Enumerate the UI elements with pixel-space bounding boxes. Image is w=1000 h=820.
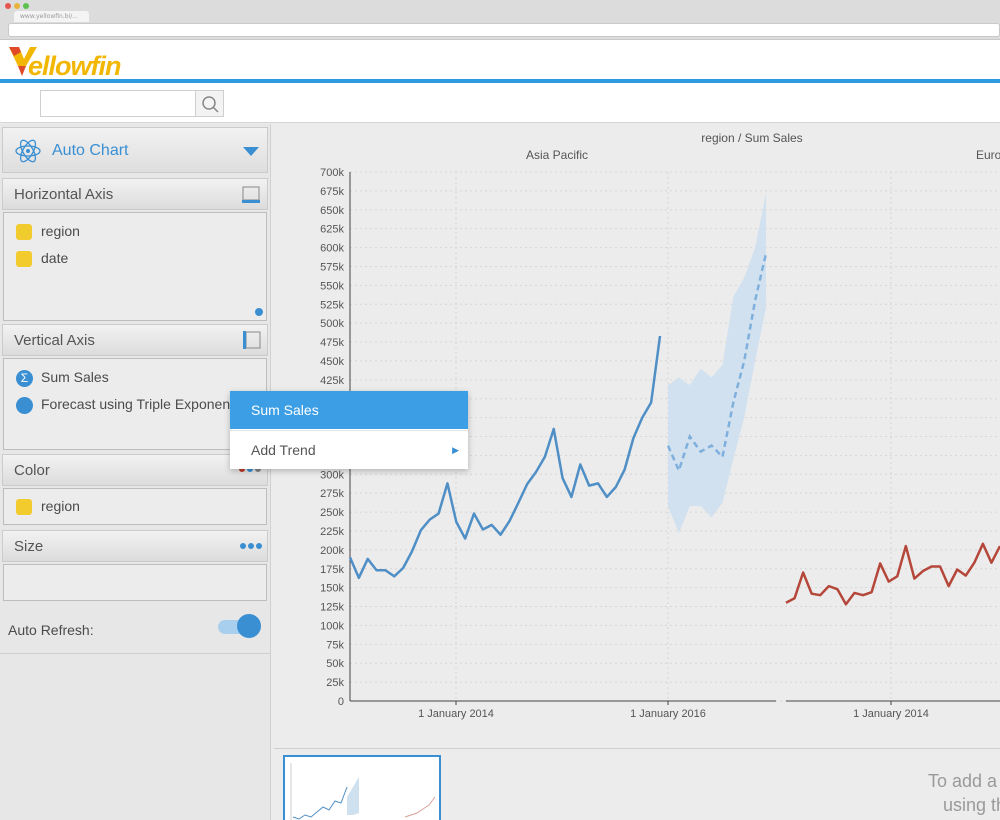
y-tick-label: 0 xyxy=(338,696,344,708)
logo-text-ellow: ellow xyxy=(28,51,92,81)
y-tick-label: 575k xyxy=(320,261,344,273)
chart-thumbnail-strip: To add a using th xyxy=(274,748,1000,820)
context-menu: Sum Sales Add Trend ▶ xyxy=(230,391,468,469)
hint-text-line1: To add a xyxy=(928,771,998,791)
search-icon xyxy=(202,96,219,113)
y-tick-label: 500k xyxy=(320,318,344,330)
atom-icon xyxy=(15,139,41,163)
search-input[interactable] xyxy=(40,90,196,117)
y-tick-label: 650k xyxy=(320,205,344,217)
menu-item-sum-sales[interactable]: Sum Sales xyxy=(230,391,468,429)
color-title: Color xyxy=(14,462,50,479)
horizontal-axis-icon xyxy=(242,186,260,203)
chart-builder-panel: Auto Chart Horizontal Axis region date V… xyxy=(0,124,271,820)
y-tick-label: 250k xyxy=(320,507,344,519)
y-tick-label: 25k xyxy=(326,677,344,689)
browser-chrome: www.yellowfin.bi/... xyxy=(0,0,1000,40)
size-title: Size xyxy=(14,538,44,555)
y-tick-label: 700k xyxy=(320,167,344,179)
x-tick-label: 1 January 2014 xyxy=(418,708,494,720)
horizontal-axis-dropzone[interactable]: region date xyxy=(3,212,267,321)
horizontal-axis-title: Horizontal Axis xyxy=(14,186,114,203)
dimension-icon xyxy=(16,251,32,267)
y-tick-label: 550k xyxy=(320,280,344,292)
logo-text-fin: fin xyxy=(90,51,122,81)
y-tick-label: 125k xyxy=(320,602,344,614)
x-tick-label: 1 January 2016 xyxy=(630,708,706,720)
y-tick-label: 450k xyxy=(320,356,344,368)
y-tick-label: 675k xyxy=(320,186,344,198)
toolbar xyxy=(0,83,1000,123)
color-dropzone[interactable]: region xyxy=(3,488,267,525)
y-tick-label: 200k xyxy=(320,545,344,557)
vertical-axis-dropzone[interactable]: Σ Sum Sales Forecast using Triple Expone… xyxy=(3,358,267,450)
y-tick-label: 225k xyxy=(320,526,344,538)
y-tick-label: 600k xyxy=(320,243,344,255)
color-header[interactable]: Color xyxy=(2,454,268,486)
chevron-down-icon[interactable] xyxy=(243,147,259,157)
maximize-window-icon[interactable] xyxy=(23,3,29,9)
y-tick-label: 525k xyxy=(320,299,344,311)
resize-dot-icon xyxy=(255,308,263,316)
auto-refresh-label: Auto Refresh: xyxy=(8,622,94,638)
size-dropzone[interactable] xyxy=(3,564,267,601)
vertical-axis-title: Vertical Axis xyxy=(14,332,95,349)
browser-tab[interactable]: www.yellowfin.bi/... xyxy=(14,11,89,22)
search-button[interactable] xyxy=(196,90,224,117)
vertical-axis-header[interactable]: Vertical Axis xyxy=(2,324,268,356)
more-options-icon[interactable] xyxy=(240,543,264,551)
y-tick-label: 475k xyxy=(320,337,344,349)
chart-type-selector[interactable]: Auto Chart xyxy=(2,127,268,173)
hint-text-line2: using th xyxy=(943,795,1000,815)
auto-refresh-toggle[interactable] xyxy=(218,614,262,638)
y-tick-label: 150k xyxy=(320,583,344,595)
x-tick-label: 1 January 2014 xyxy=(853,708,929,720)
menu-item-add-trend-label: Add Trend xyxy=(251,442,316,458)
app-header: ellowfin xyxy=(0,40,1000,83)
dimension-icon xyxy=(16,499,32,515)
yellowfin-logo[interactable]: ellowfin xyxy=(8,42,148,81)
close-window-icon[interactable] xyxy=(5,3,11,9)
menu-item-add-trend[interactable]: Add Trend ▶ xyxy=(230,430,468,468)
y-tick-label: 425k xyxy=(320,375,344,387)
y-tick-label: 275k xyxy=(320,488,344,500)
vertical-axis-icon xyxy=(243,331,261,349)
url-bar[interactable] xyxy=(8,23,1000,37)
y-tick-label: 50k xyxy=(326,658,344,670)
dimension-icon xyxy=(16,224,32,240)
series-line-sum-sales-europe xyxy=(785,542,1000,606)
forecast-metric-icon xyxy=(16,397,33,414)
sigma-icon: Σ xyxy=(16,370,33,387)
chart-type-label: Auto Chart xyxy=(52,142,129,159)
divider xyxy=(0,653,271,654)
y-tick-label: 625k xyxy=(320,224,344,236)
y-tick-label: 175k xyxy=(320,564,344,576)
minimize-window-icon[interactable] xyxy=(14,3,20,9)
forecast-confidence-band xyxy=(668,193,766,534)
y-tick-label: 75k xyxy=(326,639,344,651)
size-header[interactable]: Size xyxy=(2,530,268,562)
horizontal-axis-header[interactable]: Horizontal Axis xyxy=(2,178,268,210)
y-tick-label: 100k xyxy=(320,620,344,632)
submenu-arrow-icon: ▶ xyxy=(452,445,459,455)
thumbnail-preview xyxy=(290,763,436,820)
chart-thumbnail[interactable] xyxy=(283,755,441,820)
y-tick-label: 300k xyxy=(320,469,344,481)
